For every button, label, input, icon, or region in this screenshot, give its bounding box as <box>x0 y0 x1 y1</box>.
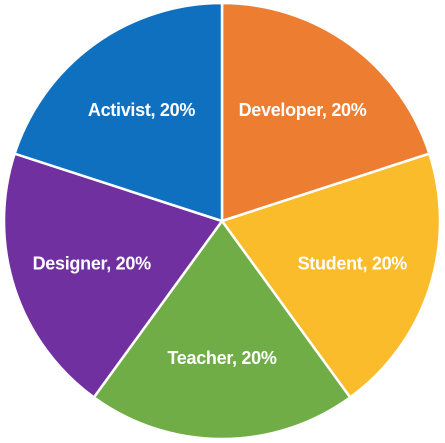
pie-chart-svg: Developer, 20% Student, 20% Teacher, 20% De… <box>2 1 442 441</box>
pie-label-teacher: Teacher, 20% <box>167 348 276 368</box>
pie-slices <box>2 1 442 441</box>
pie-label-student: Student, 20% <box>298 253 408 273</box>
pie-chart: Developer, 20% Student, 20% Teacher, 20% De… <box>0 0 445 443</box>
pie-label-designer: Designer, 20% <box>33 253 151 273</box>
pie-label-activist: Activist, 20% <box>88 100 195 120</box>
pie-label-developer: Developer, 20% <box>239 100 367 120</box>
